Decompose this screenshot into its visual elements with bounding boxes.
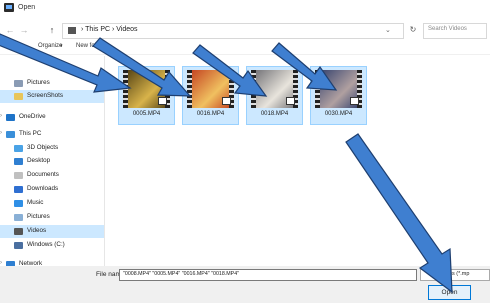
- sidebar-item-label: Downloads: [27, 185, 59, 192]
- video-file-icon: [158, 97, 167, 105]
- folder-icon: [14, 200, 23, 207]
- sidebar-item-label: Windows (C:): [27, 241, 65, 248]
- sidebar-item-label: Desktop: [27, 157, 51, 164]
- open-button[interactable]: Open: [428, 285, 471, 300]
- sidebar-item-pictures[interactable]: Pictures: [0, 77, 104, 90]
- sidebar-item-label: This PC: [19, 130, 42, 137]
- sidebar-item-desktop[interactable]: Desktop: [0, 155, 104, 168]
- file-name: 0018.MP4: [260, 111, 289, 117]
- sidebar-item-label: Pictures: [27, 79, 50, 86]
- file-name: 0005.MP4: [132, 111, 161, 117]
- video-file-icon: [350, 97, 359, 105]
- video-file-icon: [222, 97, 231, 105]
- folder-icon: [6, 114, 15, 121]
- sidebar-item-3d-objects[interactable]: 3D Objects: [0, 142, 104, 155]
- sidebar-item-label: Pictures: [27, 213, 50, 220]
- file-item[interactable]: 0030.MP4: [310, 66, 367, 125]
- folder-icon: [14, 242, 23, 249]
- sidebar-item-onedrive[interactable]: › OneDrive: [0, 111, 104, 124]
- file-item[interactable]: 0005.MP4: [118, 66, 175, 125]
- up-button[interactable]: ↑: [46, 24, 58, 36]
- file-type-value: files (*.mp: [445, 271, 470, 277]
- video-thumbnail: [187, 70, 234, 108]
- video-file-icon: [286, 97, 295, 105]
- video-thumbnail: [315, 70, 362, 108]
- video-thumbnail: [251, 70, 298, 108]
- back-button[interactable]: ←: [4, 24, 16, 36]
- navigation-pane: Pictures ScreenShots › OneDrive › This PC 3D O…: [0, 56, 105, 268]
- title-bar: Open: [0, 0, 490, 16]
- film-strip-icon: [187, 70, 192, 108]
- file-list: 0005.MP4 0016.MP4 0018.MP4 0030.MP4: [106, 56, 490, 266]
- organize-button[interactable]: Organize: [38, 43, 62, 49]
- sidebar-item-label: Videos: [27, 227, 47, 234]
- search-input[interactable]: Search Videos: [423, 23, 487, 39]
- folder-icon: [14, 80, 23, 87]
- folder-icon: [14, 186, 23, 193]
- folder-icon: [14, 228, 23, 235]
- dialog-footer: File name: "0008.MP4" "0005.MP4" "0016.M…: [0, 266, 490, 303]
- sidebar-item-music[interactable]: Music: [0, 197, 104, 210]
- folder-icon: [14, 214, 23, 221]
- film-strip-icon: [315, 70, 320, 108]
- video-thumbnail: [123, 70, 170, 108]
- sidebar-item-pictures[interactable]: Pictures: [0, 211, 104, 224]
- sidebar-item-label: ScreenShots: [27, 92, 64, 99]
- search-placeholder: Search Videos: [428, 26, 467, 32]
- file-type-select[interactable]: files (*.mp: [420, 269, 490, 281]
- film-strip-icon: [251, 70, 256, 108]
- sidebar-item-videos[interactable]: Videos: [0, 225, 104, 238]
- chevron-down-icon[interactable]: ▾: [60, 43, 63, 49]
- sidebar-item-label: Music: [27, 199, 44, 206]
- window-title: Open: [18, 4, 36, 11]
- file-name-input[interactable]: "0008.MP4" "0005.MP4" "0016.MP4" "0018.M…: [119, 269, 417, 281]
- sidebar-item-windows-c[interactable]: Windows (C:): [0, 239, 104, 252]
- sidebar-item-documents[interactable]: Documents: [0, 169, 104, 182]
- sidebar-item-screenshots[interactable]: ScreenShots: [0, 90, 104, 103]
- folder-icon: [14, 158, 23, 165]
- this-pc-icon: [68, 27, 76, 34]
- folder-icon: [14, 145, 23, 152]
- new-folder-button[interactable]: New folder: [76, 43, 105, 49]
- folder-icon: [14, 172, 23, 179]
- folder-icon: [14, 93, 23, 100]
- folder-icon: [6, 131, 15, 138]
- file-item[interactable]: 0016.MP4: [182, 66, 239, 125]
- navigation-bar: ← → ↑ › This PC › Videos ⌄ ↻ Search Vide…: [0, 20, 490, 40]
- file-item[interactable]: 0018.MP4: [246, 66, 303, 125]
- file-name-value: "0008.MP4" "0005.MP4" "0016.MP4" "0018.M…: [123, 271, 240, 277]
- refresh-button[interactable]: ↻: [406, 25, 420, 37]
- sidebar-item-label: OneDrive: [19, 113, 46, 120]
- forward-button[interactable]: →: [18, 24, 30, 36]
- sidebar-item-label: 3D Objects: [27, 144, 59, 151]
- file-name: 0030.MP4: [324, 111, 353, 117]
- sidebar-item-label: Documents: [27, 171, 59, 178]
- breadcrumb[interactable]: › This PC › Videos: [81, 26, 138, 33]
- film-strip-icon: [123, 70, 128, 108]
- chevron-down-icon[interactable]: ⌄: [385, 26, 391, 34]
- address-bar[interactable]: › This PC › Videos ⌄: [62, 23, 404, 39]
- expand-icon[interactable]: ›: [0, 130, 2, 136]
- sidebar-item-this-pc[interactable]: › This PC: [0, 128, 104, 141]
- sidebar-item-downloads[interactable]: Downloads: [0, 183, 104, 196]
- expand-icon[interactable]: ›: [0, 113, 2, 119]
- file-name: 0016.MP4: [196, 111, 225, 117]
- app-icon: [4, 3, 14, 12]
- command-bar: Organize ▾ New folder: [0, 40, 490, 55]
